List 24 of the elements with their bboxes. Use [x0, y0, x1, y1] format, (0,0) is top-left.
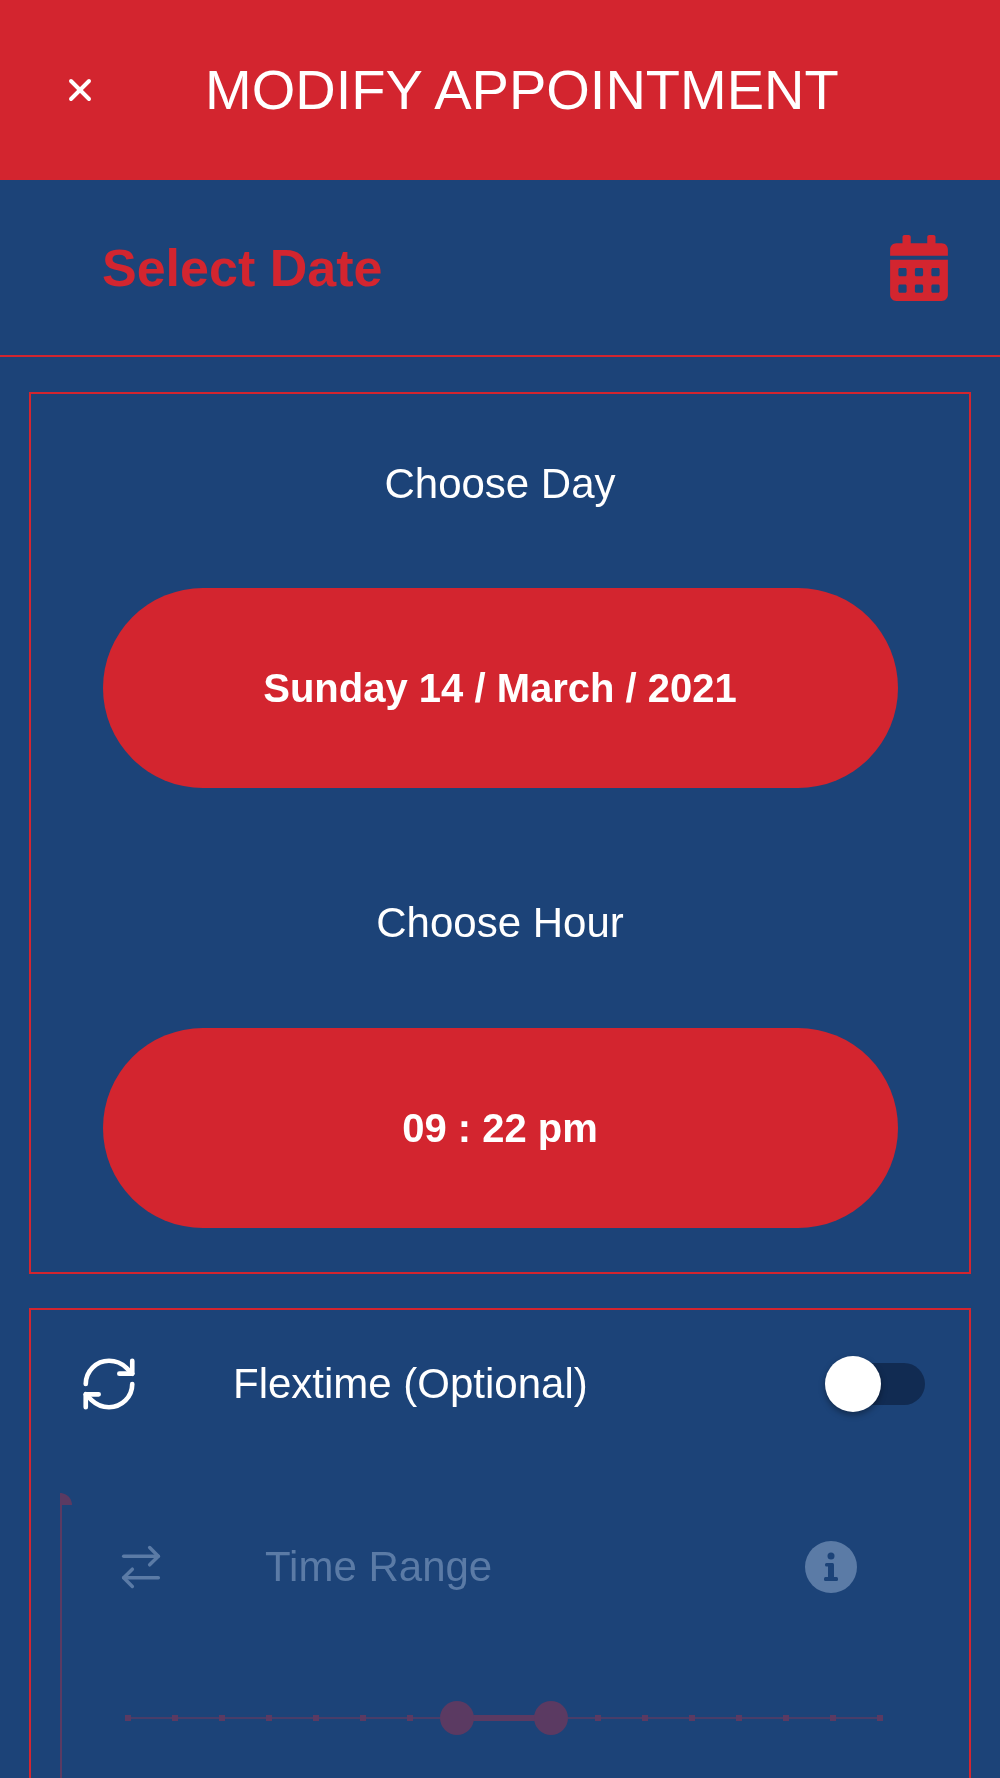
- slider-tick-icon: [313, 1715, 319, 1721]
- info-icon[interactable]: [805, 1541, 857, 1593]
- picker-button[interactable]: 09 : 22 pm: [102, 1028, 898, 1228]
- field-label: Choose Day: [384, 459, 616, 509]
- field-label: Choose Hour: [376, 898, 624, 948]
- slider-tick-icon: [642, 1715, 648, 1721]
- slider-tick-icon: [219, 1715, 225, 1721]
- flextime-toggle[interactable]: [825, 1356, 925, 1412]
- slider-tick-icon: [172, 1715, 178, 1721]
- slider-tick-icon: [595, 1715, 601, 1721]
- slider-tick-icon: [125, 1715, 131, 1721]
- slider-tick-icon: [407, 1715, 413, 1721]
- slider-tick-icon: [736, 1715, 742, 1721]
- slider-tick-icon: [830, 1715, 836, 1721]
- section-title: Select Date: [102, 237, 383, 298]
- slider-tick-icon: [877, 1715, 883, 1721]
- flextime-label: Flextime (Optional): [233, 1359, 589, 1409]
- slider-tick-icon: [689, 1715, 695, 1721]
- picker-button[interactable]: Sunday 14 / March / 2021: [102, 588, 898, 788]
- slider-tick-icon: [783, 1715, 789, 1721]
- slider-tick-icon: [266, 1715, 272, 1721]
- time-range-label: Time Range: [265, 1542, 494, 1592]
- screen-title: MODIFY APPOINTMENT: [205, 58, 839, 122]
- slider-tick-icon: [360, 1715, 366, 1721]
